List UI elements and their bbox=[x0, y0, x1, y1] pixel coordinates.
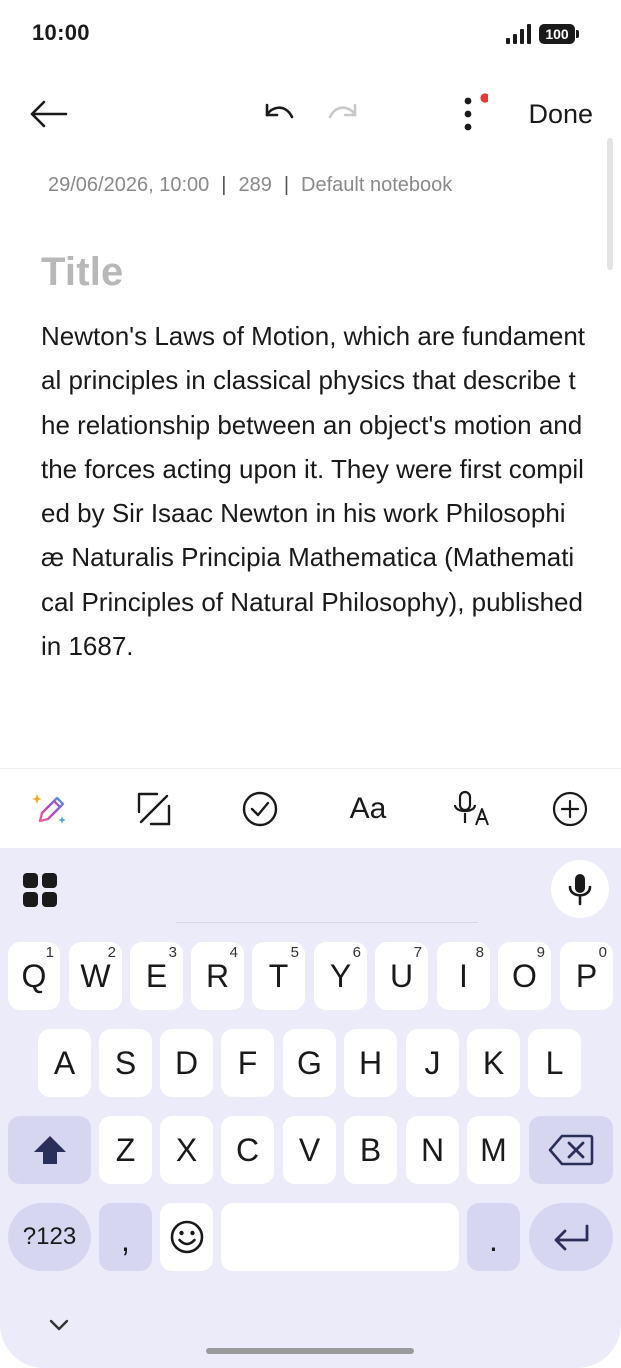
key-e[interactable]: E3 bbox=[130, 942, 183, 1010]
comma-key[interactable]: , bbox=[99, 1203, 152, 1271]
key-n[interactable]: N bbox=[406, 1116, 459, 1184]
on-screen-keyboard: Q1 W2 E3 R4 T5 Y6 U7 I8 O9 P0 A S D F G … bbox=[0, 848, 621, 1368]
handwriting-icon bbox=[137, 792, 171, 826]
note-metadata: 29/06/2026, 10:00 | 289 | Default notebo… bbox=[48, 174, 452, 197]
redo-button[interactable] bbox=[318, 88, 370, 140]
key-l[interactable]: L bbox=[528, 1029, 581, 1097]
shift-icon bbox=[33, 1136, 66, 1164]
key-y[interactable]: Y6 bbox=[314, 942, 367, 1010]
note-body-editor[interactable]: Newton's Laws of Motion, which are funda… bbox=[41, 314, 586, 668]
signal-icon bbox=[506, 24, 531, 44]
more-vertical-icon bbox=[464, 93, 488, 131]
note-char-count: 289 bbox=[238, 174, 272, 196]
key-j[interactable]: J bbox=[406, 1029, 459, 1097]
key-s[interactable]: S bbox=[99, 1029, 152, 1097]
back-button[interactable] bbox=[20, 88, 76, 140]
key-o[interactable]: O9 bbox=[498, 942, 551, 1010]
title-input[interactable]: Title bbox=[41, 250, 124, 295]
key-f[interactable]: F bbox=[221, 1029, 274, 1097]
more-options-button[interactable] bbox=[444, 86, 492, 142]
key-i[interactable]: I8 bbox=[437, 942, 490, 1010]
checklist-icon bbox=[242, 791, 278, 827]
key-v[interactable]: V bbox=[283, 1116, 336, 1184]
add-circle-icon bbox=[552, 791, 588, 827]
notebook-selector[interactable]: Default notebook bbox=[301, 174, 452, 197]
note-date: 29/06/2026, 10:00 bbox=[48, 174, 210, 196]
status-indicators: 100 bbox=[506, 24, 579, 44]
key-x[interactable]: X bbox=[160, 1116, 213, 1184]
backspace-icon bbox=[548, 1134, 594, 1166]
backspace-key[interactable] bbox=[529, 1116, 613, 1184]
battery-indicator: 100 bbox=[539, 24, 579, 44]
key-b[interactable]: B bbox=[344, 1116, 397, 1184]
key-h[interactable]: H bbox=[344, 1029, 397, 1097]
status-time: 10:00 bbox=[32, 20, 90, 45]
status-bar: 10:00 100 bbox=[0, 0, 621, 70]
handwriting-button[interactable] bbox=[132, 787, 176, 831]
microphone-icon bbox=[568, 874, 592, 906]
key-k[interactable]: K bbox=[467, 1029, 520, 1097]
scrollbar[interactable] bbox=[607, 138, 613, 270]
keyboard-apps-button[interactable] bbox=[20, 870, 60, 910]
key-p[interactable]: P0 bbox=[560, 942, 613, 1010]
key-m[interactable]: M bbox=[467, 1116, 520, 1184]
emoji-icon bbox=[170, 1220, 203, 1254]
ai-assist-button[interactable] bbox=[28, 787, 72, 831]
add-content-button[interactable] bbox=[548, 787, 592, 831]
chevron-down-icon bbox=[49, 1319, 69, 1331]
key-w[interactable]: W2 bbox=[69, 942, 122, 1010]
keyboard-collapse-button[interactable] bbox=[44, 1310, 74, 1340]
key-a[interactable]: A bbox=[38, 1029, 91, 1097]
key-z[interactable]: Z bbox=[99, 1116, 152, 1184]
format-toolbar: Aa bbox=[0, 768, 621, 849]
key-d[interactable]: D bbox=[160, 1029, 213, 1097]
enter-key[interactable] bbox=[529, 1203, 613, 1271]
home-gesture-handle[interactable] bbox=[206, 1348, 414, 1354]
key-r[interactable]: R4 bbox=[191, 942, 244, 1010]
key-t[interactable]: T5 bbox=[252, 942, 305, 1010]
shift-key[interactable] bbox=[8, 1116, 91, 1184]
apps-grid-icon bbox=[23, 873, 57, 907]
emoji-key[interactable] bbox=[160, 1203, 213, 1271]
undo-button[interactable] bbox=[252, 88, 304, 140]
meta-separator: | bbox=[221, 174, 227, 196]
undo-icon bbox=[265, 103, 294, 119]
key-q[interactable]: Q1 bbox=[8, 942, 60, 1010]
note-toolbar: Done bbox=[0, 78, 621, 150]
period-key[interactable]: . bbox=[467, 1203, 520, 1271]
space-key[interactable] bbox=[221, 1203, 459, 1271]
notification-dot bbox=[480, 93, 488, 103]
keyboard-toolbar bbox=[0, 848, 621, 928]
done-button[interactable]: Done bbox=[528, 94, 593, 134]
text-style-button[interactable]: Aa bbox=[346, 787, 390, 831]
key-g[interactable]: G bbox=[283, 1029, 336, 1097]
key-c[interactable]: C bbox=[221, 1116, 274, 1184]
checklist-button[interactable] bbox=[238, 787, 282, 831]
ai-pen-sparkle-icon bbox=[32, 794, 66, 824]
voice-to-text-icon bbox=[453, 790, 489, 826]
keyboard-mic-button[interactable] bbox=[551, 860, 609, 918]
meta-separator: | bbox=[283, 174, 290, 196]
voice-to-text-button[interactable] bbox=[452, 787, 496, 831]
arrow-left-icon bbox=[30, 100, 68, 128]
redo-icon bbox=[328, 103, 357, 119]
enter-icon bbox=[554, 1224, 589, 1251]
symbols-key[interactable]: ?123 bbox=[8, 1203, 91, 1271]
keyboard-divider bbox=[176, 922, 478, 923]
key-u[interactable]: U7 bbox=[375, 942, 428, 1010]
